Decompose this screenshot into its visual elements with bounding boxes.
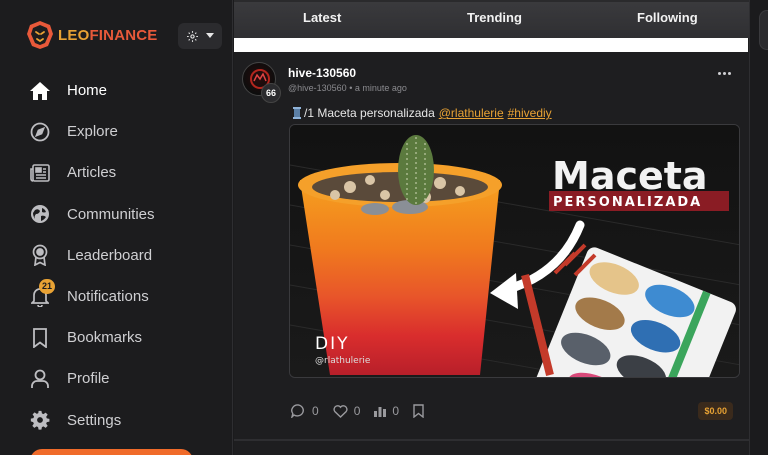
post-image[interactable]: Maceta PERSONALIZADA DIY @rlathulerie bbox=[289, 124, 740, 378]
user-icon bbox=[28, 367, 52, 391]
mention-link[interactable]: @rlathulerie bbox=[439, 106, 504, 120]
like-count: 0 bbox=[353, 404, 361, 418]
tab-following[interactable]: Following bbox=[637, 10, 698, 25]
image-subtitle: PERSONALIZADA bbox=[553, 195, 702, 210]
nav-label: Leaderboard bbox=[67, 246, 153, 264]
nav-label: Explore bbox=[67, 123, 118, 141]
nav-label: Notifications bbox=[67, 288, 149, 306]
home-icon bbox=[28, 79, 52, 103]
sidebar: LEOFINANCE Home Explore Articles Communi… bbox=[0, 0, 233, 455]
nav-notifications[interactable]: 21 Notifications bbox=[28, 276, 155, 317]
gear-icon bbox=[28, 408, 52, 432]
author-name[interactable]: hive-130560 bbox=[288, 66, 356, 80]
lion-logo-icon bbox=[27, 21, 53, 49]
globe-icon bbox=[28, 202, 52, 226]
feed-tabs: Latest Trending Following bbox=[234, 0, 749, 38]
reblog-count: 0 bbox=[392, 404, 400, 418]
hashtag-link[interactable]: #hivediy bbox=[508, 106, 552, 120]
post-time: a minute ago bbox=[354, 83, 407, 93]
newspaper-icon bbox=[28, 161, 52, 185]
nav-bookmarks[interactable]: Bookmarks bbox=[28, 317, 155, 358]
compose-area[interactable] bbox=[234, 38, 748, 52]
nav-label: Settings bbox=[67, 411, 122, 429]
bell-icon: 21 bbox=[28, 278, 56, 309]
nav-label: Articles bbox=[67, 164, 117, 182]
right-sidebar bbox=[749, 0, 768, 455]
nav-home[interactable]: Home bbox=[28, 70, 155, 111]
heart-icon bbox=[333, 404, 348, 418]
comment-count: 0 bbox=[312, 404, 319, 418]
author-handle[interactable]: @hive-130560 bbox=[288, 83, 347, 93]
thread-spool-icon bbox=[293, 107, 301, 119]
notification-count-badge: 21 bbox=[39, 278, 56, 294]
theme-settings-button[interactable] bbox=[178, 23, 222, 49]
nav-articles[interactable]: Articles bbox=[28, 152, 155, 193]
nav-label: Bookmarks bbox=[67, 329, 143, 347]
logo[interactable]: LEOFINANCE bbox=[26, 20, 158, 50]
create-post-button[interactable] bbox=[30, 449, 193, 455]
bookmark-post-button[interactable] bbox=[413, 404, 430, 418]
nav-settings[interactable]: Settings bbox=[28, 400, 155, 441]
tab-trending[interactable]: Trending bbox=[467, 10, 522, 25]
right-card[interactable] bbox=[759, 10, 768, 50]
reputation-badge: 66 bbox=[261, 83, 281, 103]
bar-chart-icon bbox=[374, 407, 387, 417]
reblog-button[interactable]: 0 bbox=[374, 404, 399, 418]
next-post-card bbox=[234, 440, 749, 455]
nav-label: Home bbox=[67, 82, 108, 100]
feed: Latest Trending Following 66 hive-130560… bbox=[234, 0, 749, 455]
post-text: /1 Maceta personalizada bbox=[304, 106, 435, 120]
like-button[interactable]: 0 bbox=[333, 404, 361, 418]
main-nav: Home Explore Articles Communities Leader… bbox=[28, 70, 155, 441]
image-credit: @rlathulerie bbox=[315, 356, 371, 366]
caret-down-icon bbox=[206, 33, 214, 38]
bookmark-icon bbox=[28, 326, 52, 350]
post-actions: 0 0 0 $0.00 bbox=[291, 402, 741, 420]
nav-communities[interactable]: Communities bbox=[28, 194, 155, 235]
bookmark-icon bbox=[413, 404, 424, 418]
more-options-icon[interactable] bbox=[718, 72, 731, 75]
tab-latest[interactable]: Latest bbox=[303, 10, 341, 25]
gear-icon bbox=[187, 30, 198, 42]
post-body: /1 Maceta personalizada @rlathulerie #hi… bbox=[292, 106, 552, 120]
nav-profile[interactable]: Profile bbox=[28, 358, 155, 399]
comment-icon bbox=[291, 404, 304, 418]
nav-leaderboard[interactable]: Leaderboard bbox=[28, 235, 155, 276]
post-card: 66 hive-130560 @hive-130560 • a minute a… bbox=[234, 52, 749, 440]
compass-icon bbox=[28, 120, 52, 144]
payout-badge[interactable]: $0.00 bbox=[698, 402, 733, 420]
image-tag: DIY bbox=[315, 334, 350, 354]
post-meta: @hive-130560 • a minute ago bbox=[288, 83, 407, 93]
nav-label: Communities bbox=[67, 205, 155, 223]
award-icon bbox=[28, 243, 52, 267]
comment-button[interactable]: 0 bbox=[291, 404, 319, 418]
brand-name: LEOFINANCE bbox=[58, 26, 158, 44]
nav-label: Profile bbox=[67, 370, 110, 388]
nav-explore[interactable]: Explore bbox=[28, 111, 155, 152]
